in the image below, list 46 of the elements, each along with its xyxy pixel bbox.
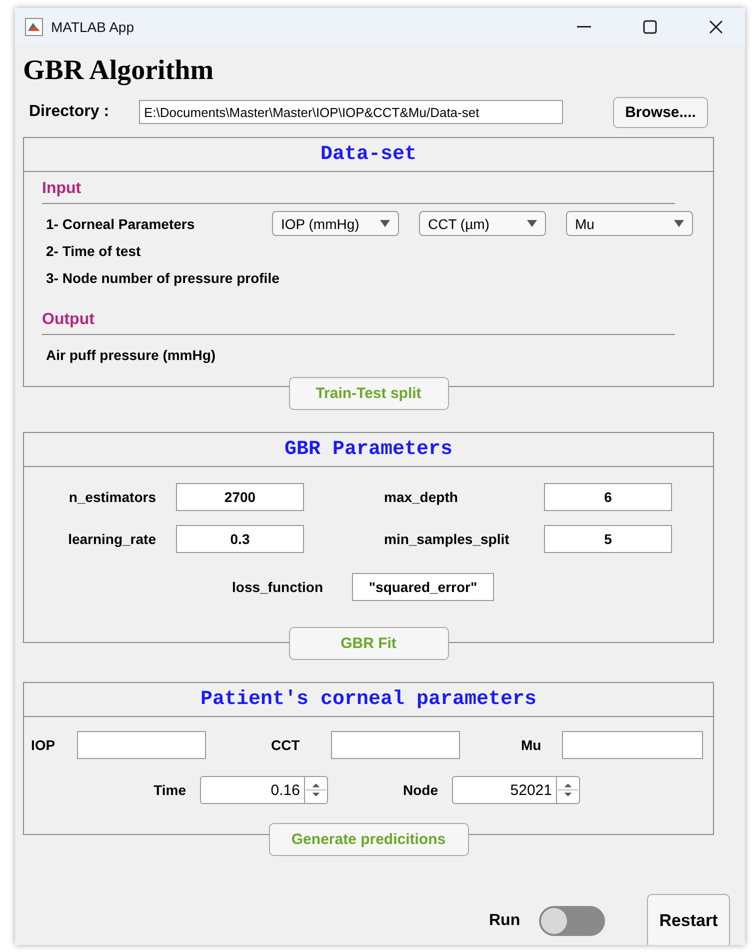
parameter-label: Node (402, 782, 438, 798)
restart-button[interactable]: Restart (647, 894, 730, 945)
panel-title: Data-set (24, 138, 713, 172)
section-heading: Input (42, 180, 675, 204)
parameter-label: Time (152, 782, 186, 798)
parameter-field[interactable]: 0.3 (176, 525, 304, 553)
stepper-icon[interactable] (304, 776, 328, 804)
directory-field[interactable]: E:\Documents\Master\Master\IOP\IOP&CCT&Mu/Data-set (139, 100, 563, 124)
run-label: Run (489, 912, 522, 930)
spinner-field[interactable]: 52021 (452, 776, 556, 804)
app-icon (25, 18, 43, 36)
dropdown[interactable]: IOP (mmHg) (272, 211, 399, 236)
directory-label: Directory : (29, 103, 110, 121)
parameter-field[interactable]: 5 (544, 525, 672, 553)
parameter-label: min_samples_split (384, 531, 510, 547)
caret-icon (674, 220, 684, 227)
parameter-field[interactable] (77, 731, 206, 759)
caret-icon (527, 220, 537, 227)
parameter-label: 2- Time of test (46, 242, 142, 258)
stepper-icon[interactable] (556, 776, 580, 804)
parameter-label: 3- Node number of pressure profile (46, 270, 280, 286)
loss-function-field[interactable]: "squared_error" (352, 573, 494, 601)
browse-button[interactable]: Browse.... (613, 96, 708, 128)
app-heading: GBR Algorithm (23, 55, 215, 87)
parameter-label: IOP (31, 737, 56, 753)
parameter-label: max_depth (384, 489, 459, 505)
section-heading: Output (42, 311, 675, 335)
parameter-label: Mu (521, 737, 542, 753)
parameter-field[interactable] (331, 731, 460, 759)
panel-title: Patient's corneal parameters (24, 683, 713, 717)
panel-title: GBR Parameters (24, 433, 713, 467)
window-title: MATLAB App (51, 18, 136, 34)
parameter-field[interactable] (562, 731, 703, 759)
parameter-label: loss_function (232, 579, 324, 595)
dropdown[interactable]: Mu (566, 211, 693, 236)
parameter-label: n_estimators (68, 489, 156, 505)
parameter-label: Air puff pressure (mmHg) (46, 346, 217, 362)
run-switch[interactable] (539, 906, 605, 936)
parameter-label: CCT (271, 737, 301, 753)
parameter-label: learning_rate (67, 531, 156, 547)
parameter-field[interactable]: 6 (544, 483, 672, 511)
parameter-field[interactable]: 2700 (176, 483, 304, 511)
spinner-field[interactable]: 0.16 (200, 776, 304, 804)
parameter-label: 1- Corneal Parameters (46, 216, 196, 232)
dropdown[interactable]: CCT (µm) (419, 211, 546, 236)
caret-icon (380, 220, 390, 227)
